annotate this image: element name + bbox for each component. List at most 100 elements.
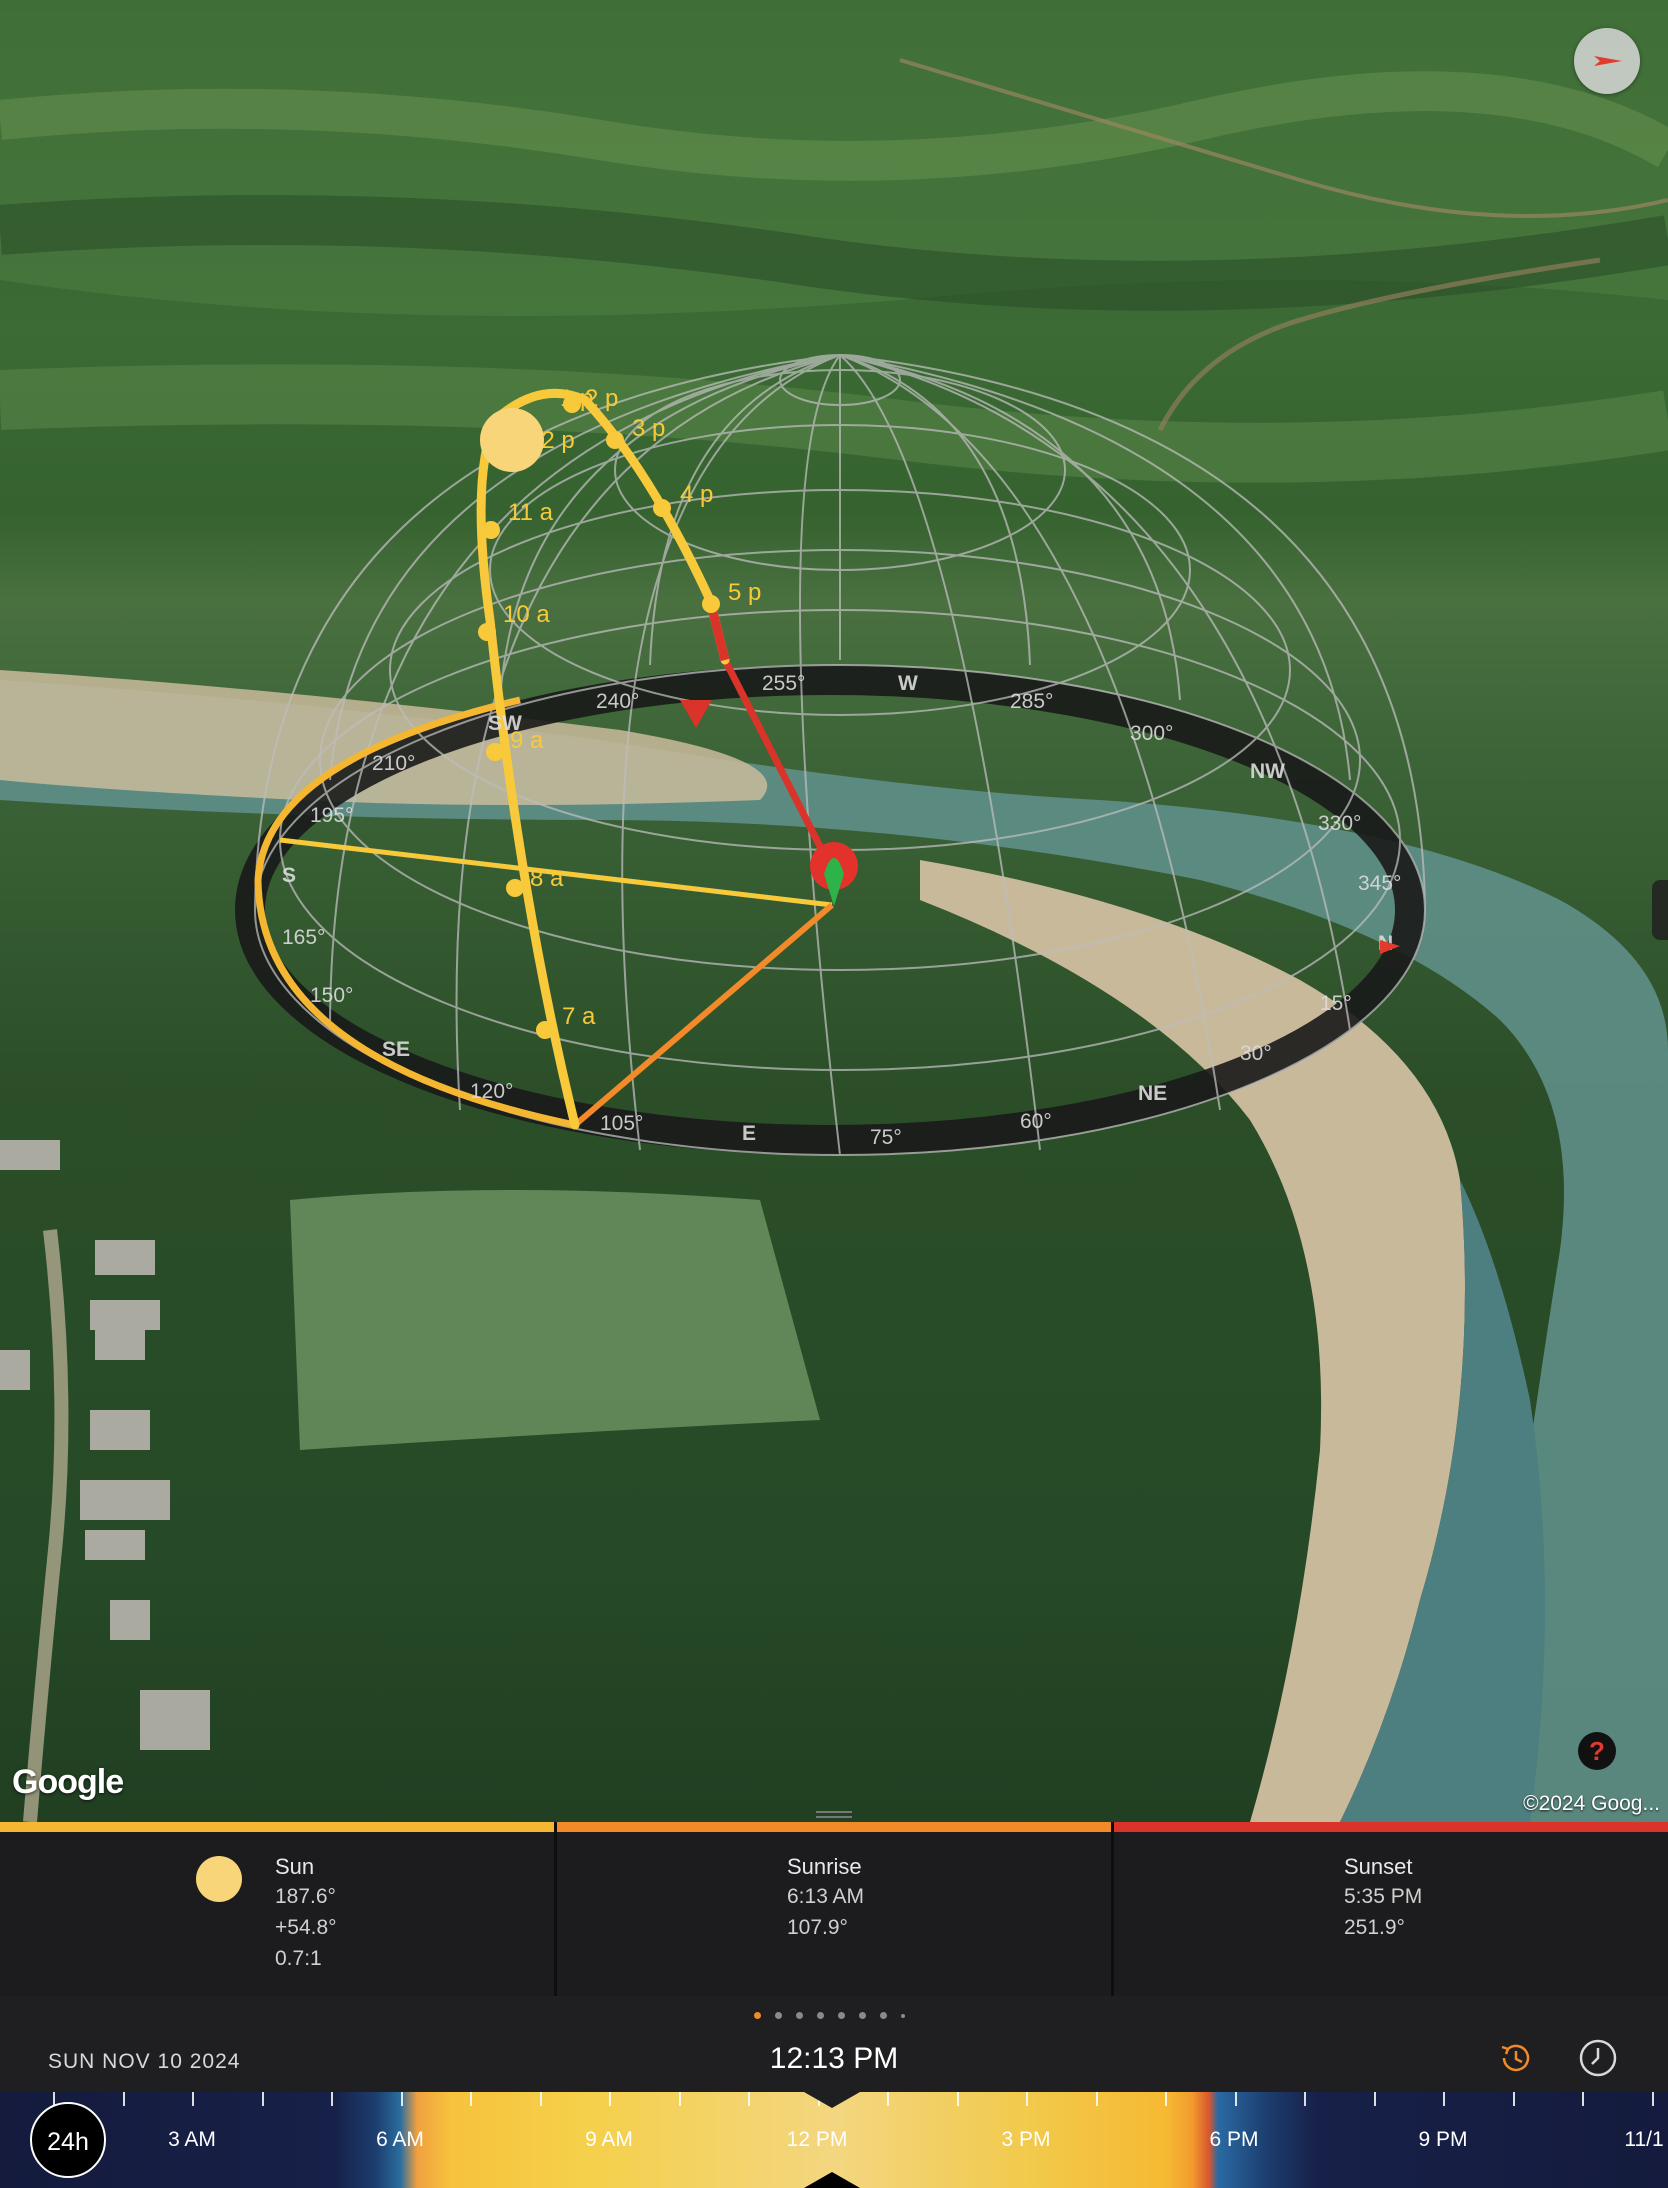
compass-label: 60° xyxy=(1020,1110,1052,1133)
compass-label: 300° xyxy=(1130,722,1173,745)
compass-label: NE xyxy=(1138,1082,1167,1105)
sun-icon xyxy=(480,408,544,472)
page-dot[interactable] xyxy=(817,2012,824,2019)
sunset-azimuth: 251.9° xyxy=(1344,1916,1405,1939)
sunset-time: 5:35 PM xyxy=(1344,1885,1423,1908)
compass-label: SE xyxy=(382,1038,410,1061)
date-time-row: SUN NOV 10 2024 12:13 PM xyxy=(0,1996,1668,2092)
sunrise-info-card[interactable]: Sunrise 6:13 AM 107.9° xyxy=(557,1832,1111,1996)
hour-label: 10 a xyxy=(503,601,550,628)
timeline-label: 3 PM xyxy=(1001,2128,1051,2151)
time-label[interactable]: 12:13 PM xyxy=(0,2042,1668,2076)
timeline-tick xyxy=(1513,2092,1515,2106)
compass-label: NW xyxy=(1250,760,1285,783)
timeline-tick xyxy=(679,2092,681,2106)
timeline-tick xyxy=(123,2092,125,2106)
timeline-tick xyxy=(1652,2092,1654,2106)
hour-label: 11 a xyxy=(508,499,554,526)
current-time-button[interactable] xyxy=(1578,2038,1618,2078)
timeline-tick xyxy=(957,2092,959,2106)
sunrise-title: Sunrise xyxy=(787,1854,862,1879)
sun-icon xyxy=(196,1856,242,1902)
compass-label: 330° xyxy=(1318,812,1361,835)
sunset-info-card[interactable]: Sunset 5:35 PM 251.9° xyxy=(1114,1832,1668,1996)
hour-label: 8 a xyxy=(530,865,564,892)
timeline-tick xyxy=(470,2092,472,2106)
compass-arrow-icon xyxy=(1594,56,1622,66)
timeline-tick xyxy=(1443,2092,1445,2106)
timeline-label: 3 AM xyxy=(168,2128,216,2151)
sunset-title: Sunset xyxy=(1344,1854,1413,1879)
location-pin-icon xyxy=(810,842,858,906)
sunrise-time: 6:13 AM xyxy=(787,1885,865,1908)
current-time-marker xyxy=(804,2092,860,2108)
page-dot[interactable] xyxy=(880,2012,887,2019)
sun-title: Sun xyxy=(275,1854,315,1879)
history-button[interactable] xyxy=(1496,2038,1536,2078)
timeline-tick xyxy=(887,2092,889,2106)
side-panel-handle[interactable] xyxy=(1652,880,1668,940)
timeline-tick xyxy=(748,2092,750,2106)
compass-label: 255° xyxy=(762,672,805,695)
hour-label: 7 a xyxy=(562,1003,596,1030)
sun-shadow-ratio: 0.7:1 xyxy=(275,1947,322,1970)
compass-label: 210° xyxy=(372,752,415,775)
hour-label: 4 p xyxy=(680,481,713,508)
compass-label: E xyxy=(742,1122,756,1145)
24h-mode-button[interactable]: 24h xyxy=(30,2102,106,2178)
timeline-tick xyxy=(262,2092,264,2106)
timeline-tick xyxy=(331,2092,333,2106)
current-time-marker-bottom xyxy=(804,2172,860,2188)
compass-label: W xyxy=(898,672,918,695)
compass-label: 150° xyxy=(310,984,353,1007)
compass-label: 240° xyxy=(596,690,639,713)
timeline-tick xyxy=(401,2092,403,2106)
page-dot[interactable] xyxy=(859,2012,866,2019)
satellite-map[interactable]: 7 a 8 a 9 a 10 a 11 a 12 p 1 p 2 p 3 p 4… xyxy=(0,0,1668,1822)
timeline-tick xyxy=(1096,2092,1098,2106)
timeline-label: 6 AM xyxy=(376,2128,424,2151)
clock-icon xyxy=(1579,2039,1617,2077)
timeline-label: 9 AM xyxy=(585,2128,633,2151)
timeline-tick xyxy=(1235,2092,1237,2106)
timeline-tick xyxy=(1165,2092,1167,2106)
history-clock-icon xyxy=(1501,2044,1530,2072)
google-logo: Google xyxy=(12,1763,124,1801)
info-panel: Sun 187.6° +54.8° 0.7:1 Sunrise 6:13 AM … xyxy=(0,1811,1668,1996)
page-dot[interactable] xyxy=(796,2012,803,2019)
map-copyright[interactable]: ©2024 Goog... xyxy=(1523,1792,1660,1816)
compass-label: 75° xyxy=(870,1126,902,1149)
timeline-tick xyxy=(609,2092,611,2106)
compass-button[interactable] xyxy=(1574,28,1640,94)
compass-label: 15° xyxy=(1320,992,1352,1015)
sun-color-bar xyxy=(0,1822,554,1832)
timeline-label: 12 PM xyxy=(786,2128,848,2151)
timeline-label: 9 PM xyxy=(1418,2128,1468,2151)
sun-info-card[interactable]: Sun 187.6° +54.8° 0.7:1 xyxy=(0,1832,554,1996)
compass-label: 195° xyxy=(310,804,353,827)
sunrise-color-bar xyxy=(557,1822,1111,1832)
compass-label: 30° xyxy=(1240,1042,1272,1065)
timeline-tick xyxy=(1304,2092,1306,2106)
sunset-color-bar xyxy=(1114,1822,1668,1832)
page-dot[interactable] xyxy=(754,2012,761,2019)
timeline-label: 6 PM xyxy=(1209,2128,1259,2151)
timeline-tick xyxy=(192,2092,194,2106)
timeline-tick xyxy=(1374,2092,1376,2106)
panel-drag-handle[interactable] xyxy=(810,1808,858,1822)
compass-label: 285° xyxy=(1010,690,1053,713)
hour-label: 3 p xyxy=(632,415,665,442)
compass-label: 120° xyxy=(470,1080,513,1103)
page-dot[interactable] xyxy=(901,2014,905,2018)
help-button[interactable]: ? xyxy=(1578,1732,1616,1770)
timeline-tick xyxy=(1582,2092,1584,2106)
sunrise-azimuth-line xyxy=(573,902,834,1128)
sun-azimuth: 187.6° xyxy=(275,1885,336,1908)
timeline-tick xyxy=(1026,2092,1028,2106)
timeline-label: 11/1 xyxy=(1624,2128,1664,2151)
page-dot[interactable] xyxy=(838,2012,845,2019)
compass-label: SW xyxy=(488,712,522,735)
page-dot[interactable] xyxy=(775,2012,782,2019)
sun-path-overlay: 7 a 8 a 9 a 10 a 11 a 12 p 1 p 2 p 3 p 4… xyxy=(235,354,1426,1156)
compass-label: S xyxy=(282,864,296,887)
